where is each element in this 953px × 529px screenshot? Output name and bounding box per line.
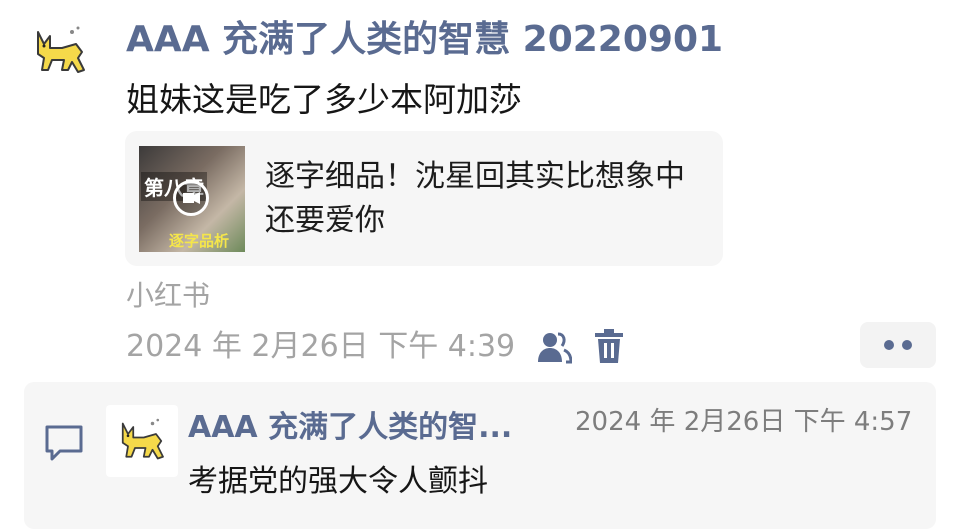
more-dot-icon xyxy=(884,340,894,350)
comments-panel: AAA 充满了人类的智... 2024 年 2月26日 下午 4:57 考据党的… xyxy=(24,382,936,529)
more-dot-icon xyxy=(902,340,912,350)
comment-text[interactable]: 考据党的强大令人颤抖 xyxy=(188,462,488,502)
video-play-icon xyxy=(173,180,209,216)
cat-avatar-icon xyxy=(37,26,85,73)
shared-link-card[interactable]: 第八章 逐字品析 逐字细品！沈星回其实比想象中还要爱你 xyxy=(125,131,723,266)
link-title: 逐字细品！沈星回其实比想象中还要爱你 xyxy=(265,159,685,238)
comment-icon xyxy=(45,425,83,461)
post-text: 姐妹这是吃了多少本阿加莎 xyxy=(126,80,522,119)
person-visibility-icon[interactable] xyxy=(536,330,572,364)
cat-avatar-icon xyxy=(121,418,164,460)
trash-icon[interactable] xyxy=(594,328,624,364)
post-source[interactable]: 小红书 xyxy=(126,278,210,314)
moment-post: AAA 充满了人类的智慧 20220901 姐妹这是吃了多少本阿加莎 第八章 逐… xyxy=(0,0,953,529)
comment-timestamp: 2024 年 2月26日 下午 4:57 xyxy=(575,407,913,437)
link-thumbnail: 第八章 逐字品析 xyxy=(139,146,245,252)
comment-author-avatar[interactable] xyxy=(106,405,178,477)
post-timestamp: 2024 年 2月26日 下午 4:39 xyxy=(126,329,516,364)
author-avatar[interactable] xyxy=(28,20,92,84)
thumbnail-caption-bottom: 逐字品析 xyxy=(169,232,230,250)
comment-author-name[interactable]: AAA 充满了人类的智... xyxy=(188,408,512,448)
more-dots-button[interactable] xyxy=(860,322,936,368)
post-author-name[interactable]: AAA 充满了人类的智慧 20220901 xyxy=(126,18,723,62)
